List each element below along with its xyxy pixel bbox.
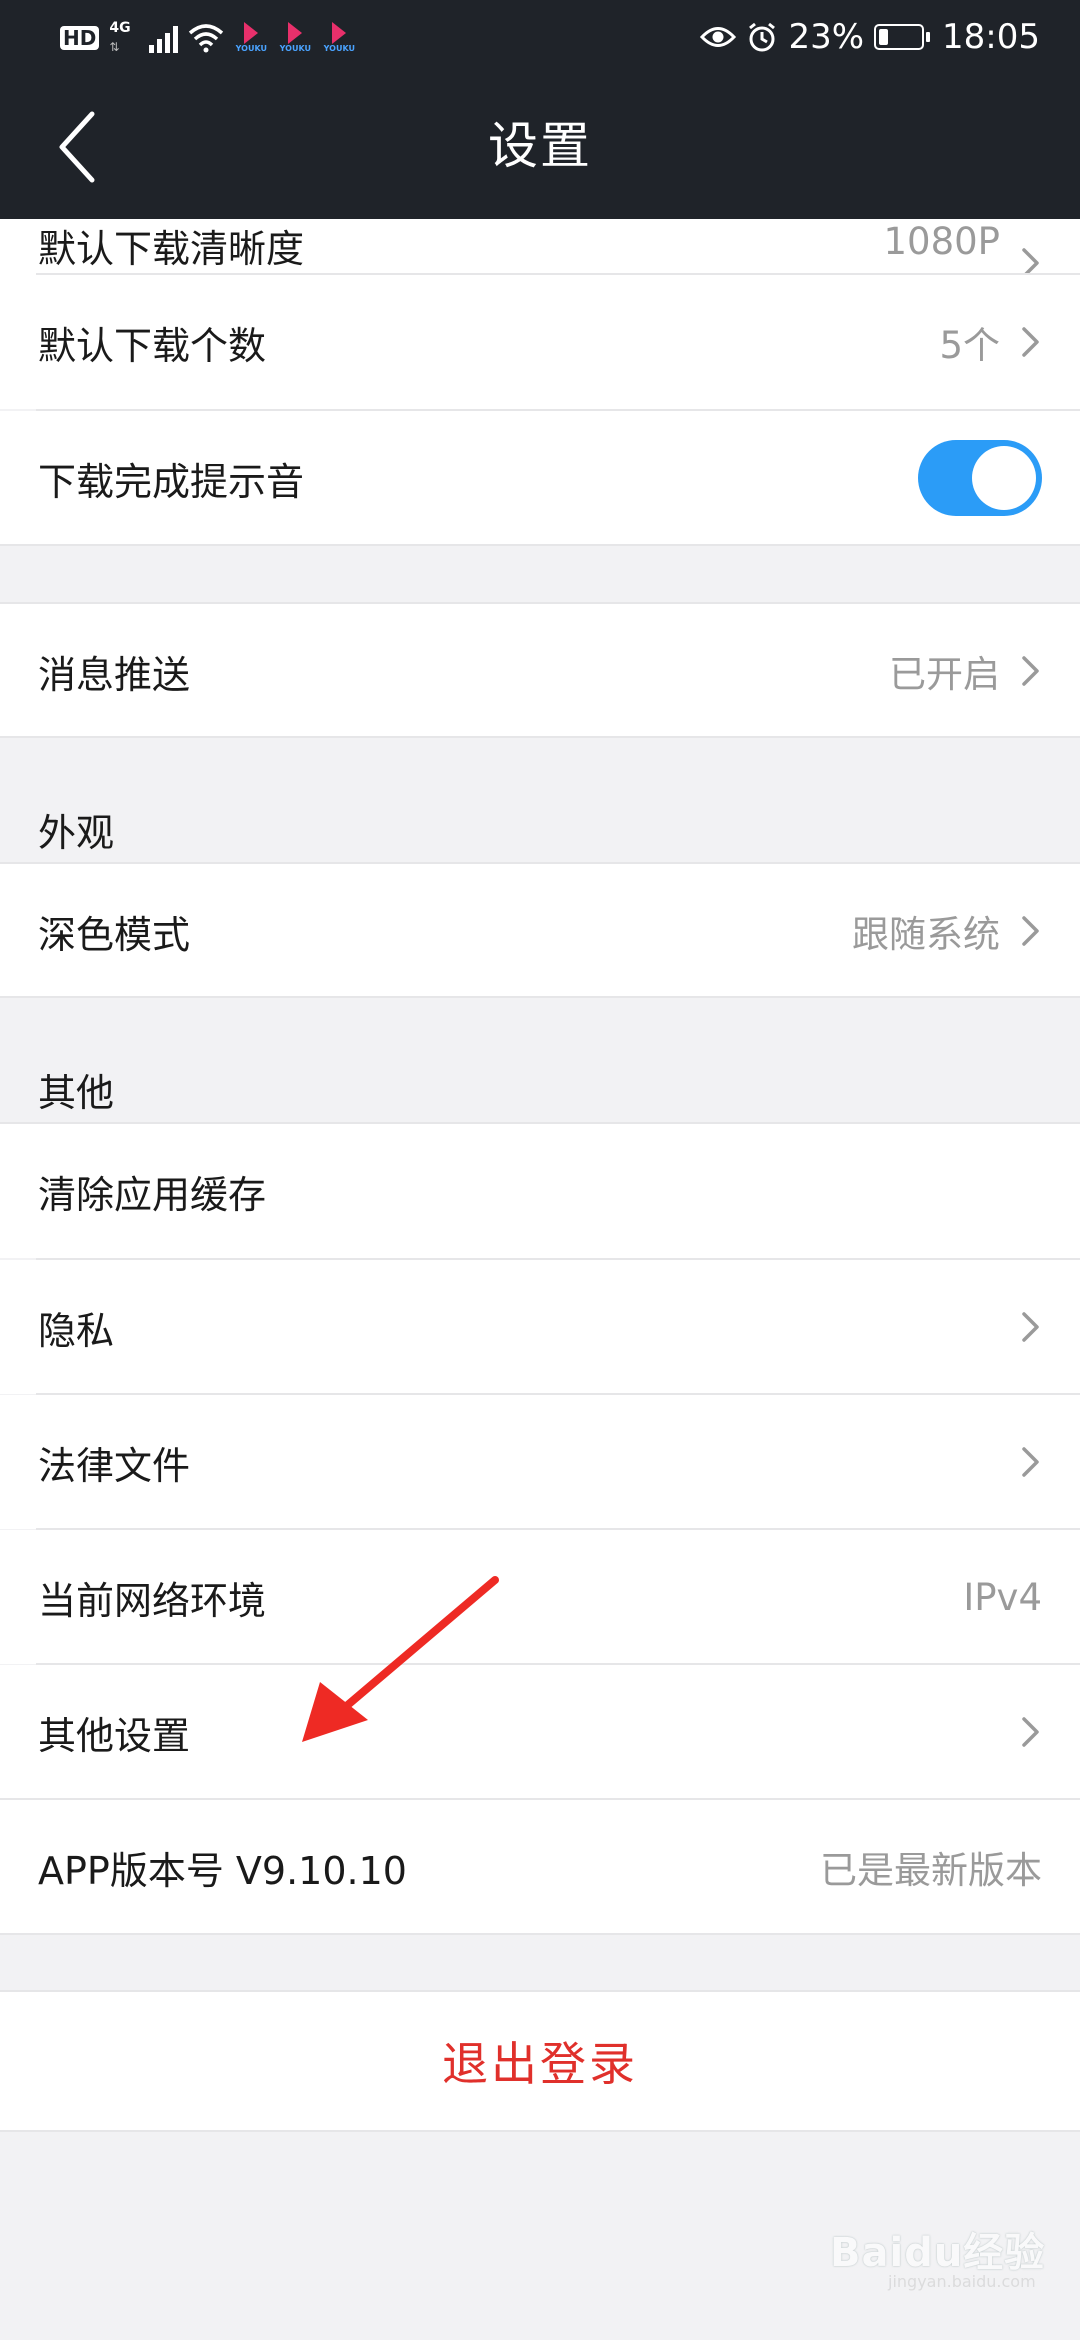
logout-button[interactable]: 退出登录 [0, 1992, 1080, 2130]
row-value: 跟随系统 [852, 913, 1000, 956]
baidu-jingyan-watermark: Baidu经验 jingyan.baidu.com [830, 2210, 1050, 2300]
title-bar: 设置 [0, 74, 1080, 219]
row-value: 已开启 [889, 653, 1000, 696]
row-clear-cache[interactable]: 清除应用缓存 [0, 1124, 1080, 1258]
divider [0, 2130, 1080, 2132]
row-value: 1080P [883, 220, 1000, 263]
chevron-right-icon [1022, 916, 1039, 946]
row-value: IPv4 [963, 1575, 1042, 1619]
row-default-count[interactable]: 默认下载个数 5个 [0, 275, 1080, 409]
divider [0, 1933, 1080, 1935]
chevron-right-icon [1022, 1312, 1039, 1342]
alarm-icon [749, 22, 776, 52]
top-bar: HD 4G ⇅ YOUKU YOUKU YOUKU 23% 18:05 设置 [0, 0, 1080, 219]
hd-badge: HD [60, 26, 100, 50]
eye-icon [700, 27, 737, 47]
row-label: 消息推送 [38, 652, 191, 697]
wifi-icon [189, 24, 224, 53]
row-label: 默认下载个数 [38, 323, 267, 368]
row-app-version[interactable]: APP版本号 V9.10.10 已是最新版本 [0, 1800, 1080, 1934]
row-push[interactable]: 消息推送 已开启 [0, 604, 1080, 738]
youku-app-icon: YOUKU [234, 22, 268, 54]
app-logo-label: YOUKU [323, 44, 356, 53]
divider [0, 996, 1080, 998]
youku-app-icon: YOUKU [278, 22, 312, 54]
watermark-brand: Baidu经验 [830, 2230, 1046, 2276]
network-type-label: 4G [109, 20, 131, 36]
chevron-right-icon [1022, 1717, 1039, 1747]
page-title: 设置 [488, 117, 592, 175]
back-button[interactable] [40, 104, 126, 190]
app-logo-label: YOUKU [279, 44, 312, 53]
signal-icon [149, 23, 179, 53]
divider [0, 544, 1080, 546]
row-value: 5个 [939, 324, 1000, 367]
logout-label: 退出登录 [442, 2037, 638, 2091]
row-label: 默认下载清晰度 [38, 227, 305, 271]
row-label: 深色模式 [38, 912, 191, 957]
row-label: 法律文件 [38, 1443, 191, 1488]
download-sound-toggle[interactable] [918, 440, 1042, 516]
row-label: 其他设置 [38, 1713, 191, 1758]
chevron-left-icon [59, 111, 95, 183]
battery-icon [874, 24, 931, 50]
row-value: 已是最新版本 [820, 1849, 1042, 1892]
divider [0, 736, 1080, 738]
row-label: 隐私 [38, 1308, 115, 1353]
row-legal[interactable]: 法律文件 [0, 1395, 1080, 1529]
chevron-right-icon [1022, 327, 1039, 357]
youku-app-icon: YOUKU [322, 22, 356, 54]
app-logo-label: YOUKU [235, 44, 268, 53]
toggle-knob [972, 446, 1036, 510]
chevron-right-icon [1022, 656, 1039, 686]
battery-percent: 23% [788, 17, 865, 57]
data-arrows-icon: ⇅ [109, 40, 120, 54]
section-title-other: 其他 [38, 1071, 115, 1115]
status-left: HD 4G ⇅ YOUKU YOUKU YOUKU [60, 18, 356, 58]
row-privacy[interactable]: 隐私 [0, 1260, 1080, 1394]
section-title-appearance: 外观 [38, 811, 115, 855]
row-label: 当前网络环境 [38, 1578, 267, 1623]
row-download-sound: 下载完成提示音 [0, 411, 1080, 545]
row-network-env: 当前网络环境 IPv4 [0, 1530, 1080, 1664]
chevron-right-icon [1022, 1447, 1039, 1477]
row-label: APP版本号 V9.10.10 [38, 1848, 407, 1893]
row-other-settings[interactable]: 其他设置 [0, 1665, 1080, 1799]
status-right: 23% 18:05 [700, 14, 1040, 60]
clock: 18:05 [942, 17, 1040, 57]
status-bar: HD 4G ⇅ YOUKU YOUKU YOUKU 23% 18:05 [0, 0, 1080, 74]
row-label: 清除应用缓存 [38, 1172, 267, 1217]
row-label: 下载完成提示音 [38, 459, 305, 504]
network-type: 4G ⇅ [109, 20, 139, 56]
row-dark-mode[interactable]: 深色模式 跟随系统 [0, 864, 1080, 998]
watermark-url: jingyan.baidu.com [888, 2272, 1036, 2291]
